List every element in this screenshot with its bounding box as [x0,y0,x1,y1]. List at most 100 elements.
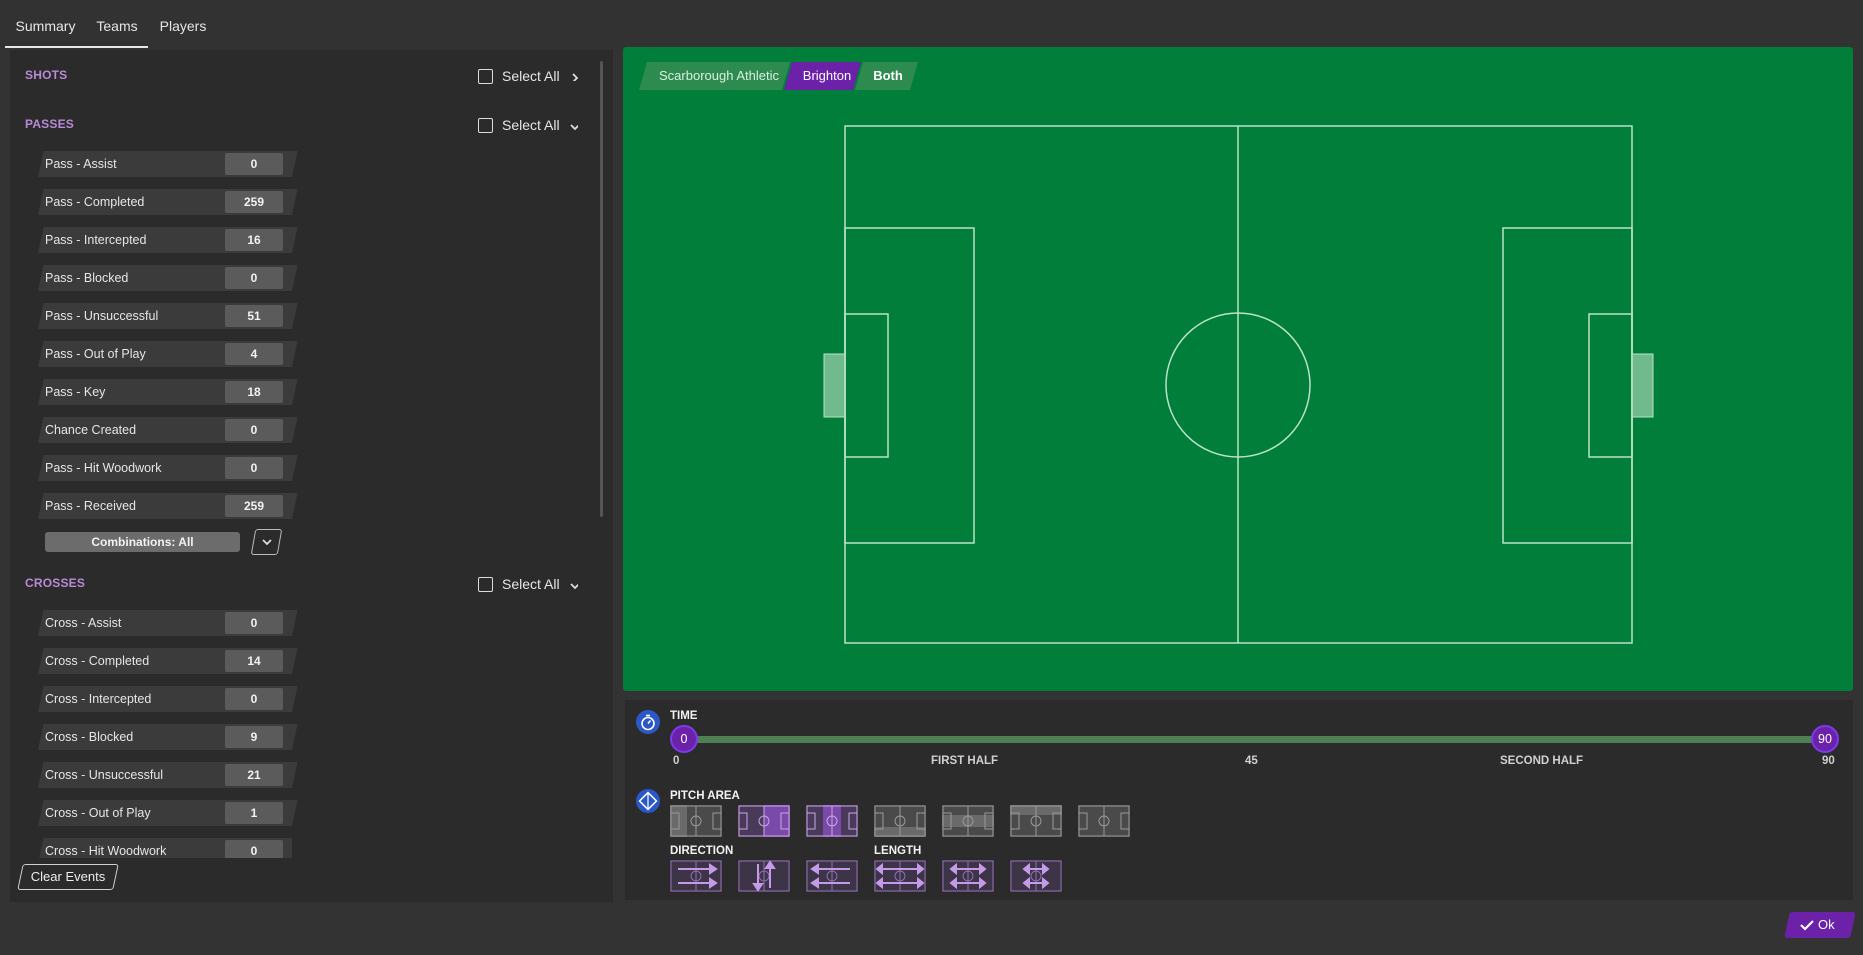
team-tab-brighton[interactable]: Brighton [790,62,864,90]
football-pitch[interactable] [820,120,1660,650]
row-count: 1 [225,802,283,824]
select-all-label-shots: Select All [502,68,560,84]
row-label: Cross - Completed [45,654,150,668]
chevron-down-icon[interactable] [570,123,578,131]
row-count: 0 [225,267,283,289]
direction-sideways-icon[interactable] [738,860,790,892]
time-slider-end-knob[interactable]: 90 [1811,725,1839,753]
list-item[interactable]: Cross - Hit Woodwork 0 [38,838,292,858]
time-tick: 90 [1822,755,1835,767]
row-count: 16 [225,229,283,251]
team-tab-scarborough-athletic[interactable]: Scarborough Athletic [646,62,792,90]
row-count: 9 [225,726,283,748]
row-label: Pass - Received [45,499,137,513]
time-tick: FIRST HALF [931,755,999,767]
row-count: 21 [225,764,283,786]
length-short-icon[interactable] [1010,860,1062,892]
row-count: 18 [225,381,283,403]
list-item[interactable]: Pass - Completed 259 [38,189,298,215]
pitch-area-option-right-third[interactable] [738,805,790,837]
list-item[interactable]: Cross - Out of Play 1 [38,800,298,826]
combinations-select[interactable]: Combinations: All [45,532,240,552]
row-count: 14 [225,650,283,672]
team-tab-both[interactable]: Both [862,62,914,90]
time-tick: 45 [1245,755,1258,767]
tab-teams[interactable]: Teams [86,0,148,48]
row-label: Cross - Hit Woodwork [45,844,167,858]
list-item[interactable]: Pass - Assist 0 [38,151,298,177]
top-tab-bar: Summary Teams Players [0,0,1863,48]
row-count: 0 [225,457,283,479]
stopwatch-icon [636,710,660,734]
list-item[interactable]: Cross - Assist 0 [38,610,298,636]
length-long-icon[interactable] [874,860,926,892]
row-count: 259 [225,495,283,517]
section-title-passes: PASSES [25,117,74,131]
select-all-checkbox-crosses[interactable] [478,577,493,592]
time-slider-start-knob[interactable]: 0 [670,725,698,753]
list-item[interactable]: Pass - Hit Woodwork 0 [38,455,298,481]
tab-players[interactable]: Players [155,0,211,46]
list-item[interactable]: Cross - Completed 14 [38,648,298,674]
list-item[interactable]: Pass - Out of Play 4 [38,341,298,367]
pitch-area-option-centre-channel[interactable] [942,805,994,837]
pitch-area-option-right-channel[interactable] [1010,805,1062,837]
row-count: 259 [225,191,283,213]
pitch-area-option-left-third[interactable] [670,805,722,837]
list-item[interactable]: Cross - Blocked 9 [38,724,298,750]
row-label: Pass - Out of Play [45,347,146,361]
pitch-area-option-left-channel[interactable] [874,805,926,837]
row-label: Pass - Intercepted [45,233,147,247]
row-label: Cross - Unsuccessful [45,768,164,782]
row-label: Pass - Key [45,385,106,399]
row-label: Pass - Assist [45,157,117,171]
row-count: 0 [225,419,283,441]
direction-backward-icon[interactable] [806,860,858,892]
section-title-shots: SHOTS [25,68,68,82]
clear-events-label: Clear Events [30,869,106,884]
length-medium-icon[interactable] [942,860,994,892]
scrollbar[interactable] [600,61,603,517]
row-count: 0 [225,612,283,634]
pitch-area-title: PITCH AREA [670,790,740,802]
tab-summary[interactable]: Summary [5,0,86,48]
select-all-checkbox-passes[interactable] [478,118,493,133]
length-title: LENGTH [874,845,922,857]
direction-title: DIRECTION [670,845,734,857]
row-count: 0 [225,840,283,858]
list-item[interactable]: Pass - Intercepted 16 [38,227,298,253]
list-item[interactable]: Cross - Unsuccessful 21 [38,762,298,788]
row-label: Cross - Blocked [45,730,134,744]
row-label: Pass - Hit Woodwork [45,461,162,475]
row-label: Chance Created [45,423,137,437]
list-item[interactable]: Pass - Key 18 [38,379,298,405]
list-item[interactable]: Chance Created 0 [38,417,298,443]
row-label: Pass - Blocked [45,271,129,285]
row-count: 0 [225,153,283,175]
list-item[interactable]: Pass - Blocked 0 [38,265,298,291]
select-all-checkbox-shots[interactable] [478,69,493,84]
time-title: TIME [670,710,698,722]
row-label: Cross - Out of Play [45,806,151,820]
select-all-label-crosses: Select All [502,576,560,592]
ok-label: Ok [1818,917,1835,932]
chevron-down-icon [262,539,272,546]
chevron-down-icon[interactable] [570,582,578,590]
row-count: 0 [225,688,283,710]
pitch-area-icon [636,789,660,813]
row-count: 51 [225,305,283,327]
chevron-right-icon[interactable] [571,73,579,81]
pitch-area-option-whole-pitch[interactable] [1078,805,1130,837]
direction-forward-icon[interactable] [670,860,722,892]
row-label: Cross - Intercepted [45,692,152,706]
list-item[interactable]: Cross - Intercepted 0 [38,686,298,712]
time-slider-track[interactable] [683,736,1825,743]
section-title-crosses: CROSSES [25,576,86,590]
row-count: 4 [225,343,283,365]
list-item[interactable]: Pass - Unsuccessful 51 [38,303,298,329]
pitch-area-option-middle-third[interactable] [806,805,858,837]
row-label: Cross - Assist [45,616,122,630]
row-label: Pass - Completed [45,195,145,209]
list-item[interactable]: Pass - Received 259 [38,493,298,519]
select-all-label-passes: Select All [502,117,560,133]
